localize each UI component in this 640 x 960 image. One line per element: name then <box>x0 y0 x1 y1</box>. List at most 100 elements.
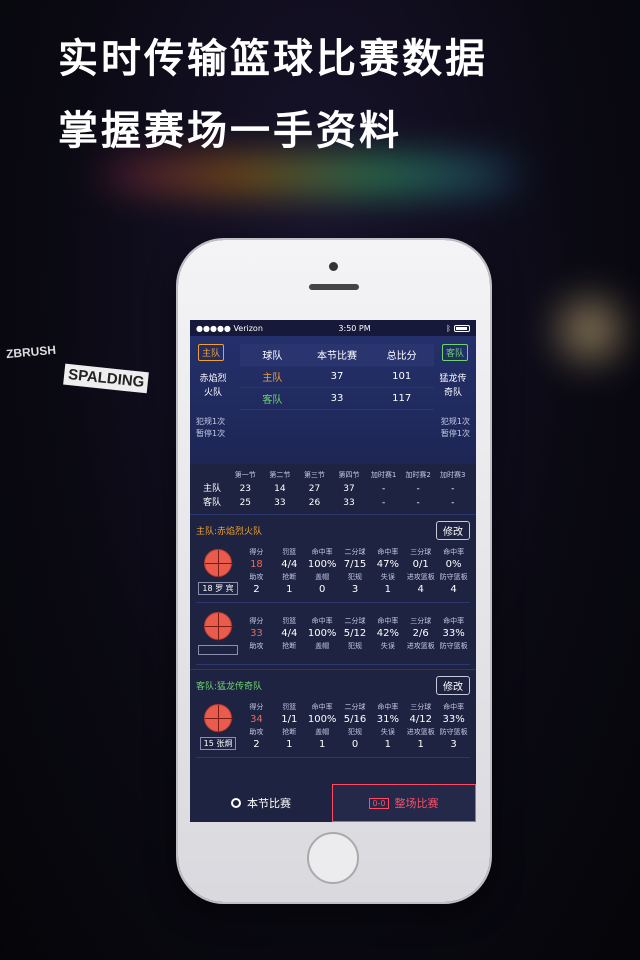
home-section-header: 主队:赤焰烈火队 修改 <box>196 519 470 541</box>
stage-light-left <box>100 160 520 190</box>
carrier-label: ●●●●● Verizon <box>196 323 263 333</box>
stat-value: 3 <box>351 583 359 595</box>
score-header: 本节比赛 <box>317 351 357 362</box>
stat-label: 失误 <box>380 641 395 650</box>
stat-value: 1 <box>286 738 293 750</box>
score-header: 球队 <box>262 351 283 362</box>
stat-value: 4/12 <box>409 713 432 725</box>
stat-label: 命中率 <box>443 702 465 711</box>
stat-label: 抢断 <box>282 727 297 736</box>
score-team: 客队 <box>262 395 283 406</box>
stat-label: 命中率 <box>443 547 465 556</box>
stat-label: 助攻 <box>249 572 264 581</box>
quarter-cell: 主队 <box>202 484 221 494</box>
quarter-cell: 25 <box>239 498 252 508</box>
player-card[interactable]: 15 张炯 得分 罚篮 命中率 二分球 命中率 三分球 命中率 34 1/1 1… <box>196 696 470 758</box>
tab-full-game[interactable]: 0-0 整场比赛 <box>332 784 476 822</box>
quarter-cell: - <box>416 484 420 494</box>
stat-value: 100% <box>307 627 337 639</box>
stat-label: 三分球 <box>410 702 432 711</box>
away-section-header: 客队:猛龙传奇队 修改 <box>196 674 470 696</box>
stat-label: 防守篮板 <box>439 641 468 650</box>
quarter-header-row: 第一节 第二节 第三节 第四节 加时赛1 加时赛2 加时赛3 <box>196 468 470 482</box>
stat-points: 34 <box>250 713 263 725</box>
tab-period-game[interactable]: 本节比赛 <box>190 784 332 822</box>
stat-value: 1 <box>318 738 326 750</box>
stat-label: 二分球 <box>344 702 366 711</box>
stat-label: 失误 <box>380 572 395 581</box>
quarter-scores: 第一节 第二节 第三节 第四节 加时赛1 加时赛2 加时赛3 主队 23 14 … <box>190 464 476 514</box>
speaker-grille <box>309 284 359 290</box>
home-foul-info: 犯规1次 暂停1次 <box>196 416 225 440</box>
score-total: 101 <box>392 371 412 382</box>
away-team: 猛龙传奇队 <box>217 681 263 692</box>
stage-light-right <box>560 300 620 360</box>
stat-value: 33% <box>442 713 465 725</box>
player-card[interactable]: 得分 罚篮 命中率 二分球 命中率 三分球 命中率 33 4/4 100% 5/… <box>196 603 470 665</box>
stat-value: 7/15 <box>343 558 367 570</box>
quarter-cell: 客队 <box>202 498 221 508</box>
stat-value: 1 <box>384 738 392 750</box>
away-section: 客队:猛龙传奇队 修改 15 张炯 得分 罚篮 命中率 二分球 命中率 三分球 … <box>190 669 476 762</box>
stat-label: 三分球 <box>410 547 432 556</box>
score-total: 117 <box>392 393 412 404</box>
basketball-icon <box>204 703 233 733</box>
scoreboard: 主队 客队 赤焰烈火队 猛龙传奇队 球队 本节比赛 总比分 主队 37 101 … <box>190 336 476 464</box>
away-fouls: 犯规1次 <box>440 417 470 426</box>
stat-label: 盖帽 <box>315 727 330 736</box>
away-label: 客队: <box>196 681 218 692</box>
stat-label: 盖帽 <box>315 641 330 650</box>
stat-label: 命中率 <box>443 616 465 625</box>
quarter-header: 加时赛1 <box>370 471 397 479</box>
quarter-header: 加时赛2 <box>405 471 431 479</box>
stat-label: 罚篮 <box>282 702 297 711</box>
stat-label: 失误 <box>380 727 395 736</box>
score-header-row: 球队 本节比赛 总比分 <box>240 344 434 366</box>
quarter-cell: 27 <box>308 484 321 494</box>
stat-label: 助攻 <box>249 727 264 736</box>
player-card[interactable]: 18 罗 宾 得分 罚篮 命中率 二分球 命中率 三分球 命中率 18 4/4 <box>196 541 470 603</box>
stat-label: 抢断 <box>282 641 297 650</box>
stat-label: 罚篮 <box>282 616 297 625</box>
quarter-header: 加时赛3 <box>440 471 466 479</box>
quarter-header: 第四节 <box>338 471 360 479</box>
away-team-name: 猛龙传奇队 <box>439 374 467 398</box>
away-timeouts: 暂停1次 <box>440 429 470 438</box>
stat-value: 2 <box>253 583 260 595</box>
stat-label: 命中率 <box>377 616 399 625</box>
stat-label: 犯规 <box>348 641 362 650</box>
stat-value: 4/4 <box>281 558 298 570</box>
player-avatar: 18 罗 宾 <box>196 548 240 595</box>
stat-label: 得分 <box>249 547 264 556</box>
stat-label: 命中率 <box>311 547 333 556</box>
basketball-icon <box>204 548 233 578</box>
stat-value: 33% <box>442 627 465 639</box>
stat-value: 1/1 <box>281 713 298 725</box>
stat-label: 防守篮板 <box>439 572 468 581</box>
stat-label: 命中率 <box>311 702 333 711</box>
quarter-header: 第三节 <box>303 471 325 479</box>
quarter-row-away: 客队 25 33 26 33 - - - <box>196 496 470 510</box>
stat-value: 47% <box>376 558 399 570</box>
quarter-cell: 26 <box>308 498 321 508</box>
away-foul-info: 犯规1次 暂停1次 <box>441 416 470 440</box>
phone-frame: ●●●●● Verizon 3:50 PM ᛒ 主队 客队 赤焰烈火队 猛龙传奇… <box>178 240 490 902</box>
player-stats: 得分 罚篮 命中率 二分球 命中率 三分球 命中率 34 1/1 100% 5/… <box>240 702 470 752</box>
stat-value: 1 <box>384 583 392 595</box>
quarter-row-home: 主队 23 14 27 37 - - - <box>196 482 470 496</box>
quarter-cell: - <box>416 498 420 508</box>
tab-period-label: 本节比赛 <box>247 797 291 810</box>
home-edit-button[interactable]: 修改 <box>436 520 470 540</box>
quarter-cell: 14 <box>274 484 286 494</box>
player-stats: 得分 罚篮 命中率 二分球 命中率 三分球 命中率 18 4/4 100% 7/… <box>240 547 470 597</box>
away-edit-button[interactable]: 修改 <box>436 675 470 695</box>
sponsor-spalding: SPALDING <box>63 363 150 394</box>
stat-label: 犯规 <box>348 572 362 581</box>
stat-label: 罚篮 <box>282 547 297 556</box>
quarter-cell: 23 <box>239 484 252 494</box>
stat-label: 命中率 <box>377 702 399 711</box>
quarter-cell: 33 <box>343 498 355 508</box>
score-period: 33 <box>330 393 344 404</box>
home-button[interactable] <box>307 832 359 884</box>
quarter-cell: - <box>451 484 455 494</box>
